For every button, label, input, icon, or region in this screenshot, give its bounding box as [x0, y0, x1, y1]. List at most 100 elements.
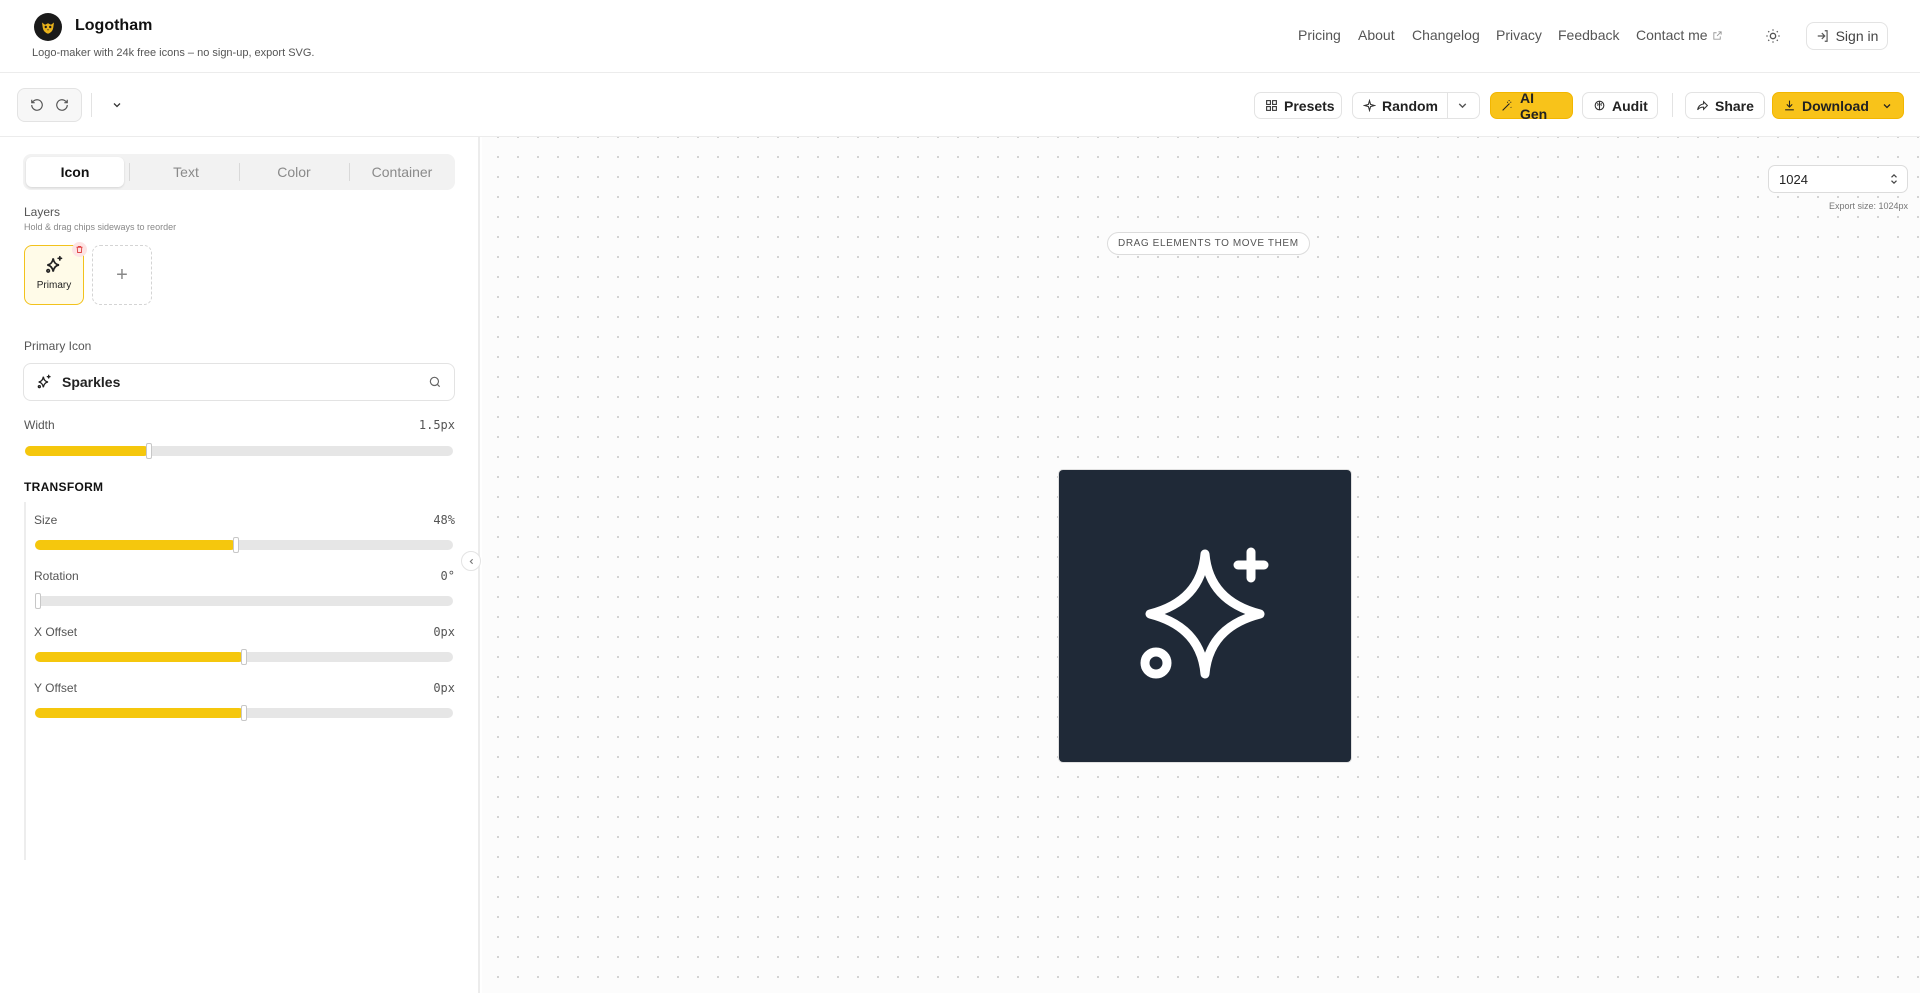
editor-toolbar: Presets Random AI Gen Audit Share Downlo…	[0, 73, 1920, 137]
app-name[interactable]: Logotham	[75, 17, 152, 35]
logo-preview[interactable]	[1059, 470, 1351, 762]
search-icon[interactable]	[428, 375, 442, 389]
tab-divider	[129, 163, 130, 181]
chevron-down-icon	[113, 103, 121, 108]
nav-contact[interactable]: Contact me	[1636, 27, 1723, 43]
external-link-icon	[1712, 30, 1722, 40]
chevron-up-down-icon	[1891, 173, 1897, 185]
presets-button[interactable]: Presets	[1254, 92, 1342, 119]
width-slider[interactable]	[25, 443, 453, 459]
theme-toggle-button[interactable]	[1762, 25, 1784, 47]
y-offset-label: Y Offset	[34, 681, 77, 695]
trash-icon	[76, 246, 83, 253]
app-header: Logotham Logo-maker with 24k free icons …	[0, 0, 1920, 73]
x-offset-label: X Offset	[34, 625, 78, 639]
nav-feedback[interactable]: Feedback	[1558, 27, 1619, 43]
drag-hint-badge: DRAG ELEMENTS TO MOVE THEM	[1107, 232, 1310, 255]
icon-search-value: Sparkles	[62, 374, 121, 390]
nav-contact-label: Contact me	[1636, 27, 1708, 43]
x-offset-slider-fill	[35, 652, 244, 662]
rotation-slider-thumb[interactable]	[35, 593, 41, 609]
audit-label: Audit	[1612, 97, 1648, 114]
x-offset-value: 0px	[433, 625, 455, 639]
collapse-panel-button[interactable]	[461, 551, 481, 571]
size-value: 48%	[433, 513, 455, 527]
width-slider-thumb[interactable]	[146, 443, 153, 459]
y-offset-slider-fill	[35, 708, 244, 718]
size-label: Size	[34, 513, 58, 527]
share-button[interactable]: Share	[1685, 92, 1765, 119]
history-group	[17, 88, 82, 122]
icon-search-field[interactable]: Sparkles	[23, 363, 455, 401]
tab-divider	[239, 163, 240, 181]
download-label: Download	[1802, 97, 1869, 114]
sparkles-icon	[37, 374, 51, 389]
nav-about[interactable]: About	[1358, 27, 1395, 43]
random-label: Random	[1382, 97, 1438, 114]
export-size-label: Export size: 1024px	[1828, 201, 1908, 211]
chevron-down-icon	[1458, 103, 1467, 109]
width-label: Width	[24, 418, 55, 432]
sparkle-small-icon	[1363, 99, 1376, 112]
presets-label: Presets	[1284, 97, 1335, 114]
toolbar-divider	[1672, 93, 1673, 117]
download-icon	[1785, 100, 1794, 111]
width-value: 1.5px	[418, 418, 455, 432]
tab-icon[interactable]: Icon	[26, 157, 124, 187]
size-slider[interactable]	[35, 537, 453, 553]
sun-icon	[1766, 29, 1780, 43]
add-layer-button[interactable]: +	[92, 245, 152, 305]
undo-icon[interactable]	[30, 98, 44, 112]
redo-icon[interactable]	[55, 98, 69, 112]
y-offset-value: 0px	[433, 681, 455, 695]
size-slider-thumb[interactable]	[232, 537, 239, 553]
rotation-slider[interactable]	[35, 593, 453, 609]
share-label: Share	[1715, 97, 1754, 114]
chevron-left-icon	[469, 558, 473, 564]
app-tagline: Logo-maker with 24k free icons – no sign…	[32, 47, 315, 59]
canvas-size-value: 1024	[1779, 171, 1808, 187]
primary-icon-label: Primary Icon	[24, 339, 92, 353]
chevron-down-icon[interactable]	[1881, 100, 1893, 112]
y-offset-slider-thumb[interactable]	[241, 705, 247, 721]
layers-hint: Hold & drag chips sideways to reorder	[24, 222, 177, 232]
width-slider-fill	[25, 446, 150, 456]
random-button[interactable]: Random	[1352, 92, 1480, 119]
delete-layer-button[interactable]	[72, 242, 87, 257]
y-offset-slider[interactable]	[35, 705, 453, 721]
canvas-size-select[interactable]: 1024	[1768, 165, 1908, 193]
x-offset-slider[interactable]	[35, 649, 453, 665]
login-icon	[1817, 30, 1828, 42]
sign-in-button[interactable]: Sign in	[1806, 22, 1888, 50]
more-options-dropdown[interactable]	[108, 96, 126, 114]
rotation-value: 0°	[440, 569, 455, 583]
tab-container[interactable]: Container	[351, 157, 453, 187]
share-icon	[1697, 100, 1709, 111]
brain-icon	[1594, 100, 1605, 111]
sign-in-label: Sign in	[1835, 28, 1879, 44]
layers-label: Layers	[24, 205, 61, 219]
audit-button[interactable]: Audit	[1582, 92, 1658, 119]
nav-changelog[interactable]: Changelog	[1412, 27, 1480, 43]
transform-group-rule	[24, 502, 26, 860]
sparkles-icon[interactable]	[1059, 470, 1351, 762]
layer-chip-label: Primary	[36, 280, 72, 291]
tab-divider	[349, 163, 350, 181]
app-logo[interactable]	[34, 13, 62, 41]
panel-tabs: Icon Text Color Container	[23, 154, 455, 190]
size-slider-fill	[35, 540, 236, 550]
grid-icon	[1266, 100, 1277, 111]
tab-text[interactable]: Text	[133, 157, 239, 187]
ai-gen-label: AI Gen	[1520, 89, 1548, 122]
x-offset-slider-thumb[interactable]	[241, 649, 247, 665]
nav-privacy[interactable]: Privacy	[1496, 27, 1542, 43]
design-canvas[interactable]: DRAG ELEMENTS TO MOVE THEM 1024 Export s…	[482, 137, 1920, 993]
download-button[interactable]: Download	[1772, 92, 1904, 119]
nav-pricing[interactable]: Pricing	[1298, 27, 1341, 43]
random-options-dropdown[interactable]	[1456, 99, 1469, 112]
toolbar-divider	[91, 93, 92, 117]
ai-gen-button[interactable]: AI Gen	[1490, 89, 1573, 122]
transform-heading: TRANSFORM	[24, 480, 104, 494]
rotation-label: Rotation	[34, 569, 79, 583]
tab-color[interactable]: Color	[241, 157, 347, 187]
